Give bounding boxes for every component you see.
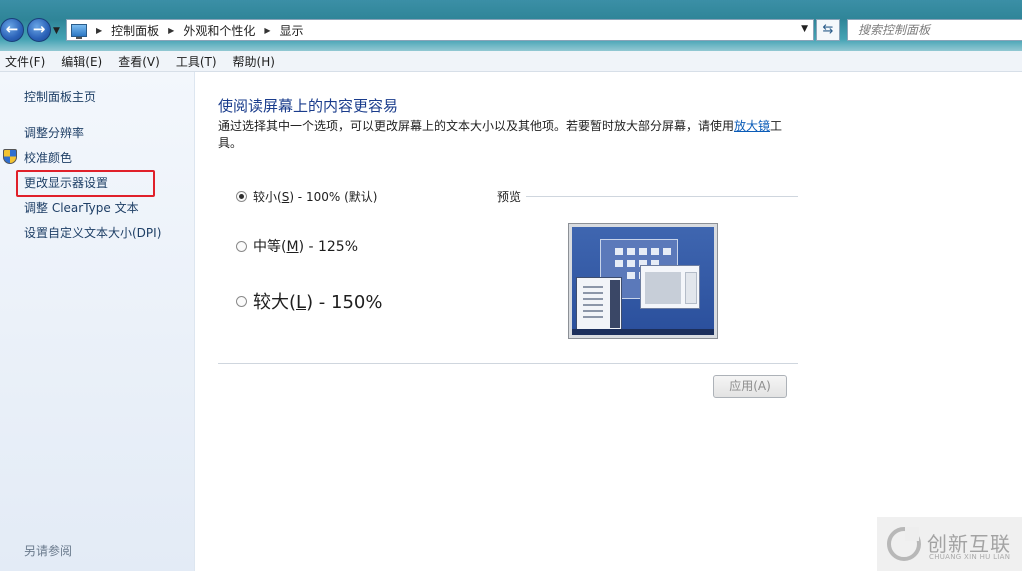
- refresh-icon: ⇆: [822, 22, 834, 37]
- watermark: 创新互联 CHUANG XIN HU LIAN: [877, 517, 1022, 571]
- description-text: 通过选择其中一个选项，可以更改屏幕上的文本大小以及其他项。若要暂时放大部分屏幕，…: [218, 119, 735, 133]
- breadcrumb-separator-icon[interactable]: ▶: [168, 26, 174, 35]
- uac-shield-icon: [3, 149, 17, 164]
- content-divider: [218, 363, 798, 364]
- option-larger-label[interactable]: 较大(L) - 150%: [253, 288, 382, 314]
- breadcrumb[interactable]: ▶ 控制面板 ▶ 外观和个性化 ▶ 显示 ▼: [66, 19, 814, 41]
- watermark-subtext: CHUANG XIN HU LIAN: [929, 553, 1011, 561]
- history-dropdown-icon[interactable]: ▼: [53, 26, 60, 36]
- back-arrow-icon: ←: [5, 20, 19, 38]
- preview-divider: [526, 196, 798, 197]
- radio-medium[interactable]: [236, 240, 247, 252]
- option-medium[interactable]: 中等(M) - 125%: [236, 236, 358, 256]
- option-smaller[interactable]: 较小(S) - 100% (默认): [236, 188, 377, 205]
- preview-label: 预览: [497, 190, 522, 204]
- menu-edit[interactable]: 编辑(E): [61, 53, 102, 70]
- preview-image: [568, 223, 718, 339]
- preview-window-panel: [640, 265, 700, 309]
- forward-arrow-icon: →: [32, 20, 46, 38]
- forward-button[interactable]: →: [27, 18, 51, 42]
- watermark-logo-icon: [887, 527, 921, 561]
- radio-larger[interactable]: [236, 295, 247, 307]
- breadcrumb-separator-icon[interactable]: ▶: [96, 26, 102, 35]
- control-panel-icon: [71, 23, 87, 39]
- menu-bar: 文件(F) 编辑(E) 查看(V) 工具(T) 帮助(H): [0, 51, 1022, 72]
- menu-tools[interactable]: 工具(T): [176, 53, 217, 70]
- sidebar-item-calibrate-color[interactable]: 校准颜色: [24, 149, 72, 166]
- preview-window-list: [576, 277, 622, 331]
- refresh-button[interactable]: ⇆: [816, 19, 840, 41]
- breadcrumb-appearance[interactable]: 外观和个性化: [183, 22, 255, 39]
- menu-help[interactable]: 帮助(H): [233, 53, 275, 70]
- sidebar-item-custom-dpi[interactable]: 设置自定义文本大小(DPI): [24, 224, 161, 241]
- option-smaller-label[interactable]: 较小(S) - 100% (默认): [253, 188, 377, 205]
- sidebar-item-cleartype[interactable]: 调整 ClearType 文本: [24, 199, 139, 216]
- magnifier-link[interactable]: 放大镜: [734, 119, 770, 133]
- sidebar-home-link[interactable]: 控制面板主页: [24, 88, 96, 105]
- preview-taskbar: [572, 329, 714, 335]
- breadcrumb-control-panel[interactable]: 控制面板: [111, 22, 159, 39]
- menu-file[interactable]: 文件(F): [5, 53, 45, 70]
- radio-smaller[interactable]: [236, 191, 247, 202]
- menu-view[interactable]: 查看(V): [118, 53, 160, 70]
- apply-button[interactable]: 应用(A): [713, 375, 787, 398]
- option-larger[interactable]: 较大(L) - 150%: [236, 288, 382, 314]
- address-bar: ← → ▼ ▶ 控制面板 ▶ 外观和个性化 ▶ 显示 ▼ ⇆ 搜索控制面板: [0, 0, 1022, 56]
- sidebar: 控制面板主页 调整分辨率 校准颜色 更改显示器设置 调整 ClearType 文…: [0, 72, 195, 571]
- breadcrumb-display[interactable]: 显示: [280, 22, 304, 39]
- chevron-down-icon[interactable]: ▼: [801, 24, 808, 34]
- page-title: 使阅读屏幕上的内容更容易: [218, 97, 399, 115]
- back-button[interactable]: ←: [0, 18, 24, 42]
- option-medium-label[interactable]: 中等(M) - 125%: [253, 236, 358, 256]
- page-description: 通过选择其中一个选项，可以更改屏幕上的文本大小以及其他项。若要暂时放大部分屏幕，…: [218, 118, 788, 152]
- breadcrumb-separator-icon[interactable]: ▶: [264, 26, 270, 35]
- highlight-annotation-box: [16, 170, 155, 197]
- see-also-heading: 另请参阅: [24, 544, 73, 558]
- sidebar-item-resolution[interactable]: 调整分辨率: [24, 124, 84, 141]
- preview-desktop: [572, 227, 714, 335]
- search-input[interactable]: 搜索控制面板: [847, 19, 1022, 41]
